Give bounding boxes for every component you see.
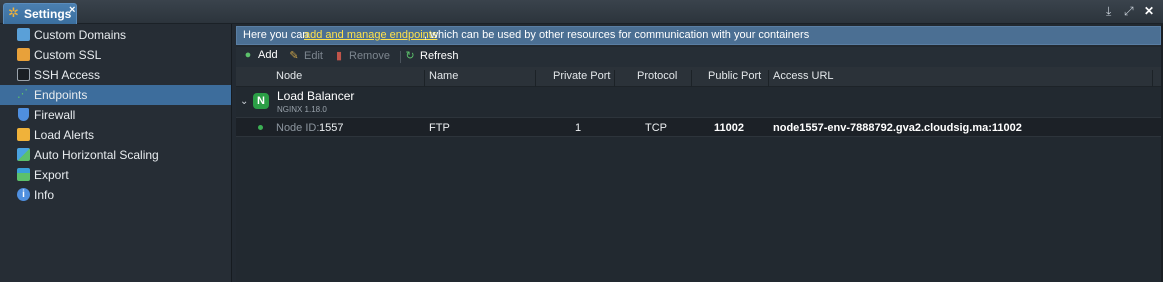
sidebar: Custom Domains Custom SSL SSH Access ⋰ E… — [0, 24, 232, 282]
manage-endpoints-link[interactable]: add and manage endpoints — [304, 29, 437, 41]
sidebar-item-label: Firewall — [34, 108, 76, 122]
sidebar-item-label: Endpoints — [34, 88, 88, 102]
info-bar: Here you can add and manage endpoints , … — [236, 26, 1161, 45]
sidebar-item-label: Load Alerts — [34, 128, 95, 142]
sidebar-item-label: SSH Access — [34, 68, 101, 82]
protocol: TCP — [645, 122, 667, 134]
close-icon[interactable]: ✕ — [1144, 4, 1154, 18]
expand-icon[interactable]: ⤢ — [1124, 4, 1134, 19]
refresh-label: Refresh — [420, 50, 459, 62]
gear-icon: ✲ — [8, 5, 19, 20]
column-access-url[interactable]: Access URL — [773, 70, 834, 82]
edit-label: Edit — [304, 50, 323, 62]
toolbar-divider — [400, 51, 401, 63]
sidebar-item-info[interactable]: i Info — [0, 185, 231, 205]
access-url[interactable]: node1557-env-7888792.gva2.cloudsig.ma:11… — [773, 122, 1022, 134]
refresh-button[interactable]: ↻ Refresh — [404, 49, 459, 65]
column-node[interactable]: Node — [276, 70, 302, 82]
group-version: NGINX 1.18.0 — [277, 105, 327, 114]
info-text-prefix: Here you can — [243, 29, 309, 41]
sidebar-item-export[interactable]: Export — [0, 165, 231, 185]
column-private-port[interactable]: Private Port — [553, 70, 610, 82]
info-icon: i — [17, 188, 30, 201]
node-id-prefix: Node ID: — [276, 122, 320, 134]
trash-icon: ▮ — [335, 50, 343, 62]
sidebar-item-custom-domains[interactable]: Custom Domains — [0, 25, 231, 45]
chevron-down-icon[interactable]: ⌄ — [240, 96, 248, 107]
group-name: Load Balancer — [277, 89, 355, 103]
tab-close-icon[interactable]: × — [69, 4, 75, 16]
sidebar-item-auto-horizontal-scaling[interactable]: Auto Horizontal Scaling — [0, 145, 231, 165]
private-port: 1 — [575, 122, 582, 134]
edit-button[interactable]: ✎ Edit — [288, 49, 323, 65]
remove-label: Remove — [349, 50, 390, 62]
refresh-icon: ↻ — [405, 50, 415, 62]
sidebar-item-label: Auto Horizontal Scaling — [34, 148, 159, 162]
toolbar: ● Add ✎ Edit ▮ Remove ↻ Refresh — [236, 47, 1161, 67]
sidebar-item-label: Export — [34, 168, 69, 182]
tab-settings[interactable]: ✲ Settings × — [3, 3, 77, 24]
title-bar: ✲ Settings × ⤓ ⤢ ✕ — [0, 0, 1163, 24]
terminal-icon — [17, 68, 30, 81]
remove-button[interactable]: ▮ Remove — [333, 49, 390, 65]
endpoints-icon: ⋰ — [17, 88, 28, 100]
scaling-icon — [17, 148, 30, 161]
sidebar-item-label: Custom SSL — [34, 48, 102, 62]
ssl-certificate-icon — [17, 48, 30, 61]
column-name[interactable]: Name — [429, 70, 458, 82]
custom-domains-icon — [17, 28, 30, 41]
shield-icon — [18, 108, 29, 121]
settings-window: ✲ Settings × ⤓ ⤢ ✕ Custom Domains Custom… — [0, 0, 1163, 282]
add-icon: ● — [244, 49, 252, 61]
nginx-icon: N — [253, 93, 269, 109]
sidebar-item-label: Info — [34, 188, 55, 202]
node-id: 1557 — [319, 122, 344, 134]
sidebar-item-custom-ssl[interactable]: Custom SSL — [0, 45, 231, 65]
pencil-icon: ✎ — [289, 50, 299, 62]
sidebar-item-endpoints[interactable]: ⋰ Endpoints — [0, 85, 231, 105]
column-public-port[interactable]: Public Port — [708, 70, 761, 82]
sidebar-item-ssh-access[interactable]: SSH Access — [0, 65, 231, 85]
node-group-load-balancer[interactable]: ⌄ N Load Balancer NGINX 1.18.0 — [236, 87, 1161, 117]
public-port: 11002 — [714, 122, 744, 134]
status-dot-icon — [258, 125, 263, 130]
export-icon — [17, 168, 30, 181]
add-label: Add — [258, 49, 278, 61]
column-protocol[interactable]: Protocol — [637, 70, 677, 82]
sidebar-item-load-alerts[interactable]: Load Alerts — [0, 125, 231, 145]
sidebar-item-firewall[interactable]: Firewall — [0, 105, 231, 125]
table-header: Node Name Private Port Protocol Public P… — [236, 67, 1161, 90]
table-row[interactable]: Node ID: 1557 FTP 1 TCP 11002 node1557-e… — [236, 117, 1161, 137]
tab-title: Settings — [24, 7, 72, 21]
endpoints-panel: Here you can add and manage endpoints , … — [236, 24, 1163, 282]
download-icon[interactable]: ⤓ — [1106, 4, 1111, 19]
sidebar-item-label: Custom Domains — [34, 28, 127, 42]
add-button[interactable]: ● Add — [242, 49, 278, 65]
endpoint-name: FTP — [429, 122, 450, 134]
info-text-suffix: , which can be used by other resources f… — [424, 29, 810, 41]
load-alerts-icon — [17, 128, 30, 141]
